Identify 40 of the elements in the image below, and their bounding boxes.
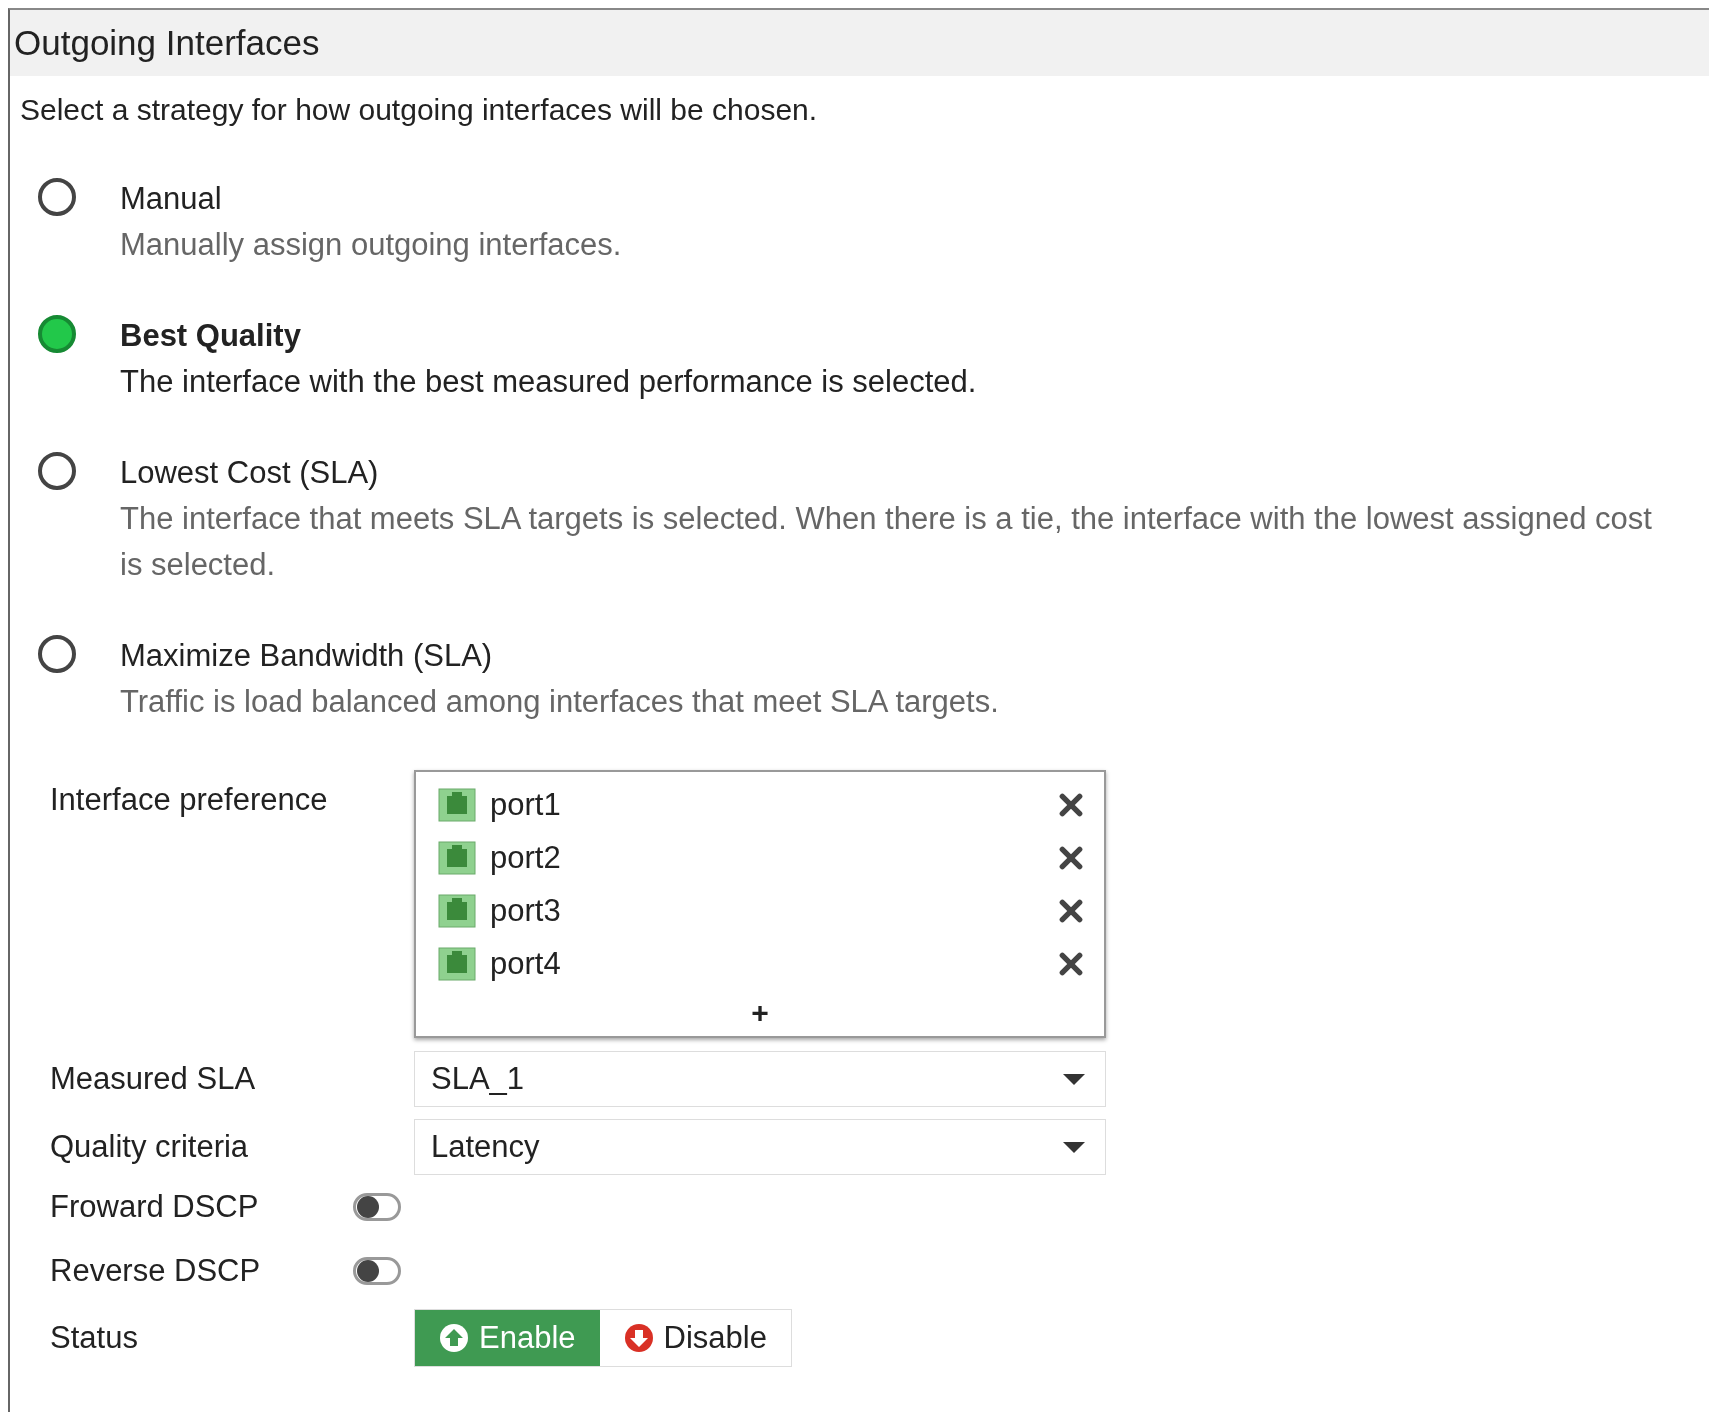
dropdown[interactable]: SLA_1 (414, 1051, 1106, 1107)
option-label[interactable]: Lowest Cost (SLA) (120, 450, 1679, 496)
caret-icon (1063, 1073, 1085, 1085)
caret-icon (1063, 1141, 1085, 1153)
remove-icon[interactable] (1058, 950, 1084, 977)
remove-icon[interactable] (1058, 791, 1084, 818)
interface-name: port4 (490, 945, 562, 982)
section-description: Select a strategy for how outgoing interfaces will be chosen. (19, 92, 819, 128)
field-label: Measured SLA (49, 1061, 257, 1097)
radio-button[interactable] (38, 315, 76, 353)
field-label: Froward DSCP (49, 1189, 260, 1225)
interface-name: port3 (490, 892, 562, 929)
toggle-switch[interactable] (353, 1257, 401, 1285)
port-icon (438, 787, 476, 822)
section-title: Outgoing Interfaces (14, 23, 320, 63)
enable-button[interactable]: Enable (415, 1310, 600, 1366)
field-label: Quality criteria (49, 1129, 250, 1165)
option-label[interactable]: Maximize Bandwidth (SLA) (120, 633, 1679, 679)
toggle-switch[interactable] (353, 1193, 401, 1221)
field-label: Reverse DSCP (49, 1253, 262, 1289)
option-description: The interface that meets SLA targets is selected. When there is a tie, the interface with the lowest assigned cost is selected. (120, 500, 1653, 584)
port-icon (438, 946, 476, 981)
option-description: Traffic is load balanced among interfaces that meet SLA targets. (120, 683, 1000, 721)
remove-icon[interactable] (1058, 897, 1084, 924)
port-icon (438, 893, 476, 928)
interface-name: port1 (490, 786, 562, 823)
radio-button[interactable] (38, 452, 76, 490)
add-button[interactable]: + (745, 996, 775, 1030)
option-label[interactable]: Manual (120, 176, 1679, 222)
interface-name: port2 (490, 839, 562, 876)
radio-button[interactable] (38, 635, 76, 673)
field-label: Interface preference (49, 781, 329, 818)
dropdown[interactable]: Latency (414, 1119, 1106, 1175)
radio-button[interactable] (38, 178, 76, 216)
option-label[interactable]: Best Quality (120, 313, 1679, 359)
port-icon (438, 840, 476, 875)
option-description: The interface with the best measured performance is selected. (120, 363, 978, 401)
remove-icon[interactable] (1058, 844, 1084, 871)
option-description: Manually assign outgoing interfaces. (120, 226, 623, 264)
field-label: Status (49, 1320, 139, 1356)
